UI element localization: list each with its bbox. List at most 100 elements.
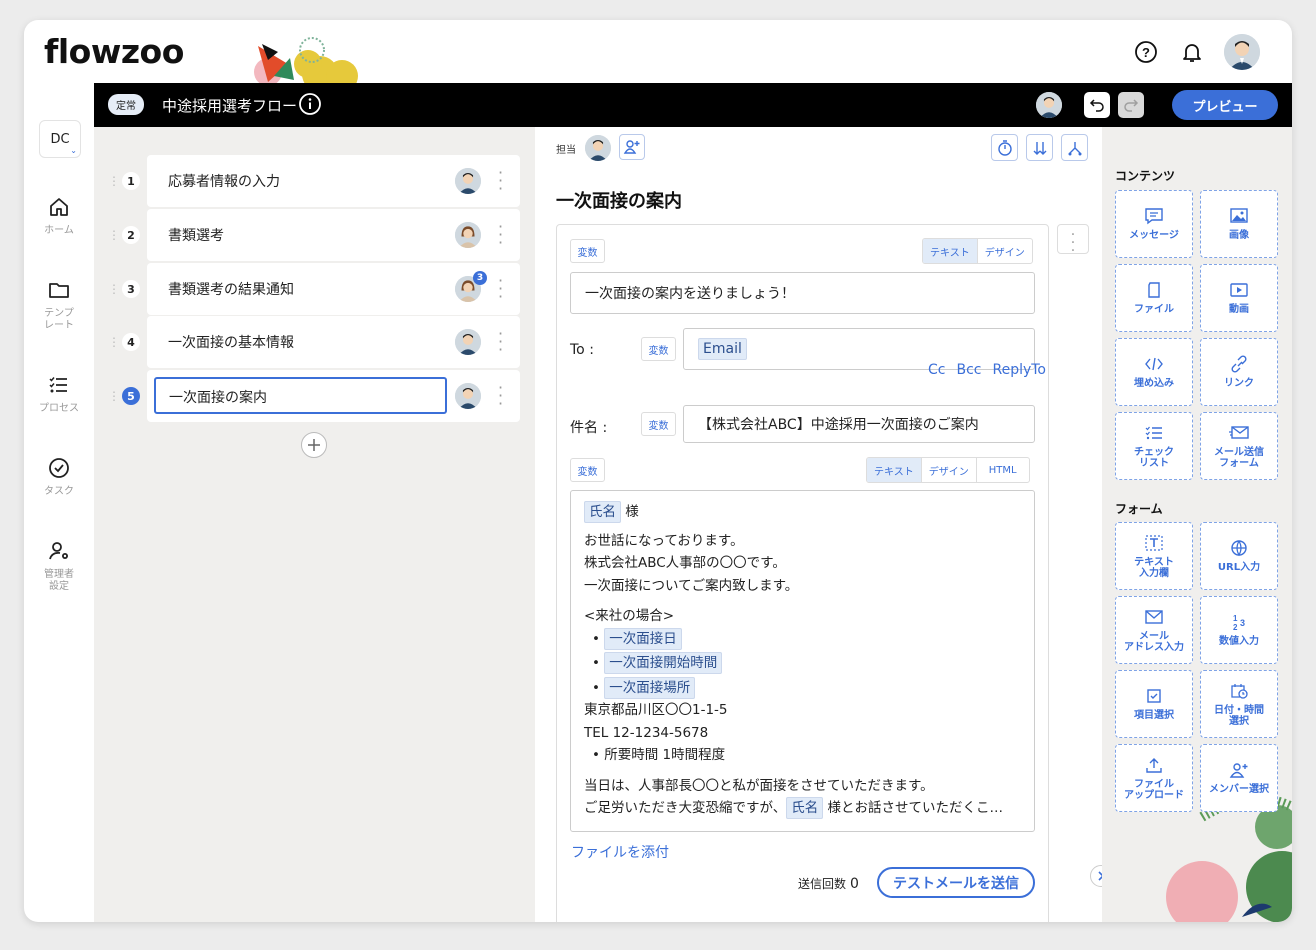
palette-number[interactable]: 123 数値入力 — [1200, 596, 1278, 664]
step-item[interactable]: ⋮⋮ 4 一次面接の基本情報 · · · — [94, 316, 535, 368]
name-token[interactable]: 氏名 — [786, 797, 824, 819]
info-icon[interactable] — [298, 92, 322, 116]
step-assignee-avatar[interactable] — [455, 329, 481, 355]
kebab-menu-icon[interactable]: · · · — [498, 219, 503, 251]
kebab-menu-icon[interactable]: · · · — [498, 326, 503, 358]
send-count: 送信回数 0 — [798, 875, 859, 892]
palette-embed[interactable]: 埋め込み — [1115, 338, 1193, 406]
palette-member[interactable]: メンバー選択 — [1200, 744, 1278, 812]
kebab-menu-icon[interactable]: · · · — [498, 273, 503, 305]
add-assignee-button[interactable] — [619, 134, 645, 160]
palette-email[interactable]: メール アドレス入力 — [1115, 596, 1193, 664]
help-icon[interactable]: ? — [1132, 38, 1160, 66]
attach-file-link[interactable]: ファイルを添付 — [571, 842, 669, 862]
nav-process[interactable]: プロセス — [24, 373, 94, 415]
palette-label: 画像 — [1229, 230, 1249, 241]
body-variable-button[interactable]: 変数 — [570, 458, 605, 482]
palette-link[interactable]: リンク — [1200, 338, 1278, 406]
palette-mail-form[interactable]: メール送信 フォーム — [1200, 412, 1278, 480]
workspace-switcher[interactable]: DC ⌄ — [39, 120, 81, 158]
name-token[interactable]: 氏名 — [584, 501, 621, 523]
tab-text[interactable]: テキスト — [923, 239, 977, 263]
variable-token[interactable]: 一次面接場所 — [604, 676, 696, 699]
collaborator-avatar[interactable] — [1036, 92, 1062, 118]
user-avatar[interactable] — [1224, 34, 1260, 70]
nav-admin-label: 管理者 設定 — [44, 569, 74, 592]
palette-label: 埋め込み — [1134, 378, 1174, 389]
cc-link[interactable]: Cc — [928, 362, 945, 378]
redo-icon — [1124, 99, 1139, 112]
assignee-avatar[interactable] — [585, 135, 611, 161]
email-body-editor[interactable]: 氏名 様 お世話になっております。 株式会社ABC人事部の〇〇です。 一次面接に… — [570, 490, 1035, 832]
intro-text-input[interactable]: 一次面接の案内を送りましょう！ — [570, 272, 1035, 314]
kebab-menu-icon[interactable]: · · · — [498, 380, 503, 412]
mail-send-icon — [1229, 425, 1249, 439]
step-label: 書類選考の結果通知 — [168, 282, 294, 298]
bell-icon[interactable] — [1178, 38, 1206, 66]
palette-label: URL入力 — [1217, 562, 1261, 573]
palette-image[interactable]: 画像 — [1200, 190, 1278, 258]
step-item[interactable]: ⋮⋮ 2 書類選考 · · · — [94, 209, 535, 261]
send-test-mail-button[interactable]: テストメールを送信 — [877, 867, 1035, 898]
arrows-down-icon — [1033, 141, 1046, 155]
nav-home[interactable]: ホーム — [24, 195, 94, 237]
email-token[interactable]: Email — [698, 338, 747, 360]
palette-label: テキスト 入力欄 — [1134, 556, 1174, 579]
nav-templates[interactable]: テンプ レート — [24, 278, 94, 332]
tab-design[interactable]: デザイン — [920, 458, 976, 482]
variable-token[interactable]: 一次面接開始時間 — [604, 652, 723, 674]
app-logo[interactable]: flowzoo — [44, 32, 184, 71]
to-variable-button[interactable]: 変数 — [641, 337, 676, 361]
step-item-active[interactable]: ⋮⋮ 5 一次面接の案内 · · · — [94, 370, 535, 422]
nav-admin[interactable]: 管理者 設定 — [24, 539, 94, 593]
timer-button[interactable] — [991, 134, 1018, 161]
palette-label: 項目選択 — [1134, 710, 1174, 721]
palette-datetime[interactable]: 日付・時間 選択 — [1200, 670, 1278, 738]
variable-button[interactable]: 変数 — [570, 239, 605, 263]
bcc-link[interactable]: Bcc — [956, 362, 981, 378]
step-assignee-avatar[interactable] — [455, 222, 481, 248]
tab-html[interactable]: HTML — [975, 458, 1029, 482]
undo-button[interactable] — [1084, 92, 1110, 118]
tab-text[interactable]: テキスト — [867, 458, 921, 482]
block-kebab-menu-icon[interactable]: · · · — [1057, 224, 1089, 258]
step-assignee-avatar[interactable] — [455, 383, 481, 409]
tab-design[interactable]: デザイン — [976, 239, 1032, 263]
variable-token[interactable]: 一次面接日 — [604, 627, 682, 650]
home-icon — [50, 198, 68, 216]
palette-select[interactable]: 項目選択 — [1115, 670, 1193, 738]
step-title-input[interactable]: 一次面接の案内 — [154, 377, 447, 414]
svg-text:3: 3 — [1240, 618, 1245, 628]
number-icon: 12 3 — [1233, 614, 1245, 631]
message-block: 変数 テキスト デザイン 一次面接の案内を送りましょう！ To : 変数 Ema… — [556, 224, 1049, 922]
chevron-down-icon: ⌄ — [70, 146, 77, 155]
palette-url[interactable]: URL入力 — [1200, 522, 1278, 590]
folder-icon — [49, 283, 69, 298]
palette-video[interactable]: 動画 — [1200, 264, 1278, 332]
subject-input[interactable]: 【株式会社ABC】中途採用一次面接のご案内 — [683, 405, 1035, 443]
palette-checklist[interactable]: チェック リスト — [1115, 412, 1193, 480]
body-text: 当日は、人事部長〇〇と私が面接をさせていただきます。 — [584, 777, 934, 794]
kebab-menu-icon[interactable]: · · · — [498, 165, 503, 197]
palette-file[interactable]: ファイル — [1115, 264, 1193, 332]
step-item[interactable]: ⋮⋮ 3 書類選考の結果通知 3 · · · — [94, 263, 535, 315]
palette-message[interactable]: メッセージ — [1115, 190, 1193, 258]
svg-text:?: ? — [1142, 45, 1150, 60]
palette-text-field[interactable]: テキスト 入力欄 — [1115, 522, 1193, 590]
palette-file-upload[interactable]: ファイル アップロード — [1115, 744, 1193, 812]
step-assignee-avatar[interactable] — [455, 168, 481, 194]
step-number: 4 — [122, 333, 140, 351]
preview-button[interactable]: プレビュー — [1172, 90, 1278, 120]
video-icon — [1230, 283, 1248, 297]
nav-tasks[interactable]: タスク — [24, 456, 94, 498]
branch-button[interactable] — [1061, 134, 1088, 161]
left-nav: DC ⌄ ホーム テンプ レート プロセス タスク 管理者 設定 — [24, 83, 94, 922]
to-label: To : — [570, 342, 594, 358]
sort-button[interactable] — [1026, 134, 1053, 161]
step-item[interactable]: ⋮⋮ 1 応募者情報の入力 · · · — [94, 155, 535, 207]
redo-button[interactable] — [1118, 92, 1144, 118]
subject-variable-button[interactable]: 変数 — [641, 412, 676, 436]
add-step-button[interactable] — [301, 432, 327, 458]
replyto-link[interactable]: ReplyTo — [992, 362, 1046, 378]
nav-process-label: プロセス — [39, 403, 79, 414]
